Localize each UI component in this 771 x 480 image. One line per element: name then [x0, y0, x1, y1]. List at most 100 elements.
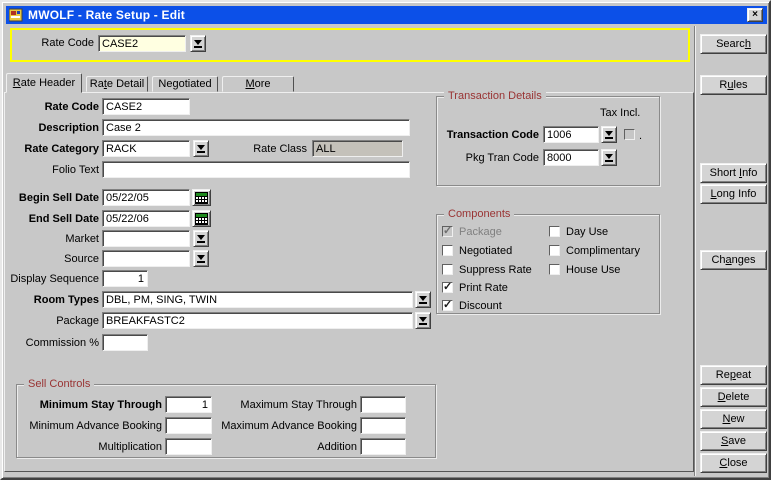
max-advance-booking-field [360, 417, 406, 434]
short-info-button[interactable]: Short Info [700, 163, 767, 183]
checkbox-house-use[interactable] [549, 264, 560, 275]
tab-rate-detail[interactable]: Rate Detail [86, 76, 148, 92]
header-rate-code-lov-button[interactable] [190, 35, 206, 52]
rate-category-lov-button[interactable] [193, 140, 209, 157]
rate-category-input[interactable] [103, 141, 189, 156]
market-lov-button[interactable] [193, 230, 209, 247]
min-stay-through-input[interactable] [166, 397, 211, 412]
lov-bar-icon [197, 261, 205, 263]
header-rate-code-input[interactable] [99, 36, 185, 51]
checkbox-package[interactable] [442, 226, 453, 237]
description-input[interactable] [103, 120, 409, 135]
begin-sell-date-input[interactable] [103, 190, 189, 205]
rules-button[interactable]: Rules [700, 75, 767, 95]
begin-sell-date-field [102, 189, 190, 206]
source-lov-button[interactable] [193, 250, 209, 267]
transaction-code-lov-button[interactable] [601, 126, 617, 143]
changes-button[interactable]: Changes [700, 250, 767, 270]
room-types-input[interactable] [103, 292, 412, 307]
lov-arrow-icon [605, 131, 613, 136]
pkg-tran-code-lov-button[interactable] [601, 149, 617, 166]
header-rate-code-field-wrap [98, 35, 186, 52]
tab-rate-header[interactable]: Rate Header [6, 73, 82, 93]
multiplication-input[interactable] [166, 439, 211, 454]
checkbox-suppress-rate[interactable] [442, 264, 453, 275]
tax-incl-dot: . [639, 130, 642, 142]
checkbox-print-rate[interactable] [442, 282, 453, 293]
transaction-details-title: Transaction Details [444, 90, 546, 102]
save-button[interactable]: Save [700, 431, 767, 451]
folio-text-label: Folio Text [6, 164, 99, 178]
package-lov-button[interactable] [415, 312, 431, 329]
addition-input[interactable] [361, 439, 405, 454]
lov-arrow-icon [194, 40, 202, 45]
begin-sell-date-label: Begin Sell Date [6, 192, 99, 206]
tab-negotiated[interactable]: Negotiated [152, 76, 218, 92]
header-rate-code-label: Rate Code [22, 37, 94, 51]
source-label: Source [6, 253, 99, 267]
rate-class-label: Rate Class [242, 143, 307, 157]
rate-code-field [102, 98, 190, 115]
checkbox-house-use-label: House Use [566, 264, 620, 276]
min-advance-booking-field [165, 417, 212, 434]
display-sequence-field [102, 270, 148, 287]
tax-incl-label: Tax Incl. [600, 107, 648, 121]
description-field [102, 119, 410, 136]
lov-arrow-icon [419, 317, 427, 322]
long-info-button[interactable]: Long Info [700, 184, 767, 204]
close-window-button[interactable]: × [747, 8, 763, 22]
rate-class-field [312, 140, 403, 157]
pkg-tran-code-field [543, 149, 599, 166]
rate-code-input[interactable] [103, 99, 189, 114]
title-bar: MWOLF - Rate Setup - Edit × [6, 6, 767, 24]
max-advance-booking-input[interactable] [361, 418, 405, 433]
min-stay-through-field [165, 396, 212, 413]
transaction-code-field [543, 126, 599, 143]
market-input[interactable] [103, 231, 189, 246]
new-button[interactable]: New [700, 409, 767, 429]
begin-sell-date-calendar-button[interactable] [192, 189, 211, 206]
rate-setup-window: MWOLF - Rate Setup - Edit × Rate Code Ra… [0, 0, 771, 480]
delete-button[interactable]: Delete [700, 387, 767, 407]
package-input[interactable] [103, 313, 412, 328]
addition-label: Addition [212, 441, 357, 455]
package-field [102, 312, 413, 329]
transaction-code-input[interactable] [544, 127, 598, 142]
room-types-lov-button[interactable] [415, 291, 431, 308]
lov-bar-icon [419, 302, 427, 304]
sell-controls-title: Sell Controls [24, 378, 94, 390]
commission-label: Commission % [6, 337, 99, 351]
rate-category-field [102, 140, 190, 157]
window-title: MWOLF - Rate Setup - Edit [28, 8, 185, 22]
checkbox-day-use-label: Day Use [566, 226, 608, 238]
lov-arrow-icon [197, 235, 205, 240]
tax-incl-checkbox[interactable] [624, 129, 635, 140]
checkbox-negotiated[interactable] [442, 245, 453, 256]
end-sell-date-input[interactable] [103, 211, 189, 226]
checkbox-complimentary[interactable] [549, 245, 560, 256]
min-advance-booking-input[interactable] [166, 418, 211, 433]
pkg-tran-code-input[interactable] [544, 150, 598, 165]
end-sell-date-calendar-button[interactable] [192, 210, 211, 227]
commission-input[interactable] [103, 335, 147, 350]
max-stay-through-input[interactable] [361, 397, 405, 412]
folio-text-input[interactable] [103, 162, 409, 177]
source-input[interactable] [103, 251, 189, 266]
repeat-button[interactable]: Repeat [700, 365, 767, 385]
package-label: Package [6, 315, 99, 329]
display-sequence-input[interactable] [103, 271, 147, 286]
rate-class-value [313, 141, 402, 156]
lov-arrow-icon [197, 255, 205, 260]
max-stay-through-label: Maximum Stay Through [212, 399, 357, 413]
checkbox-print-rate-label: Print Rate [459, 282, 508, 294]
min-stay-through-label: Minimum Stay Through [22, 399, 162, 413]
checkbox-discount[interactable] [442, 300, 453, 311]
lov-arrow-icon [197, 145, 205, 150]
calendar-icon [195, 213, 208, 225]
lov-bar-icon [194, 46, 202, 48]
lov-arrow-icon [605, 154, 613, 159]
tab-more[interactable]: More [222, 76, 294, 92]
search-button[interactable]: Search [700, 34, 767, 54]
close-button[interactable]: Close [700, 453, 767, 473]
checkbox-day-use[interactable] [549, 226, 560, 237]
